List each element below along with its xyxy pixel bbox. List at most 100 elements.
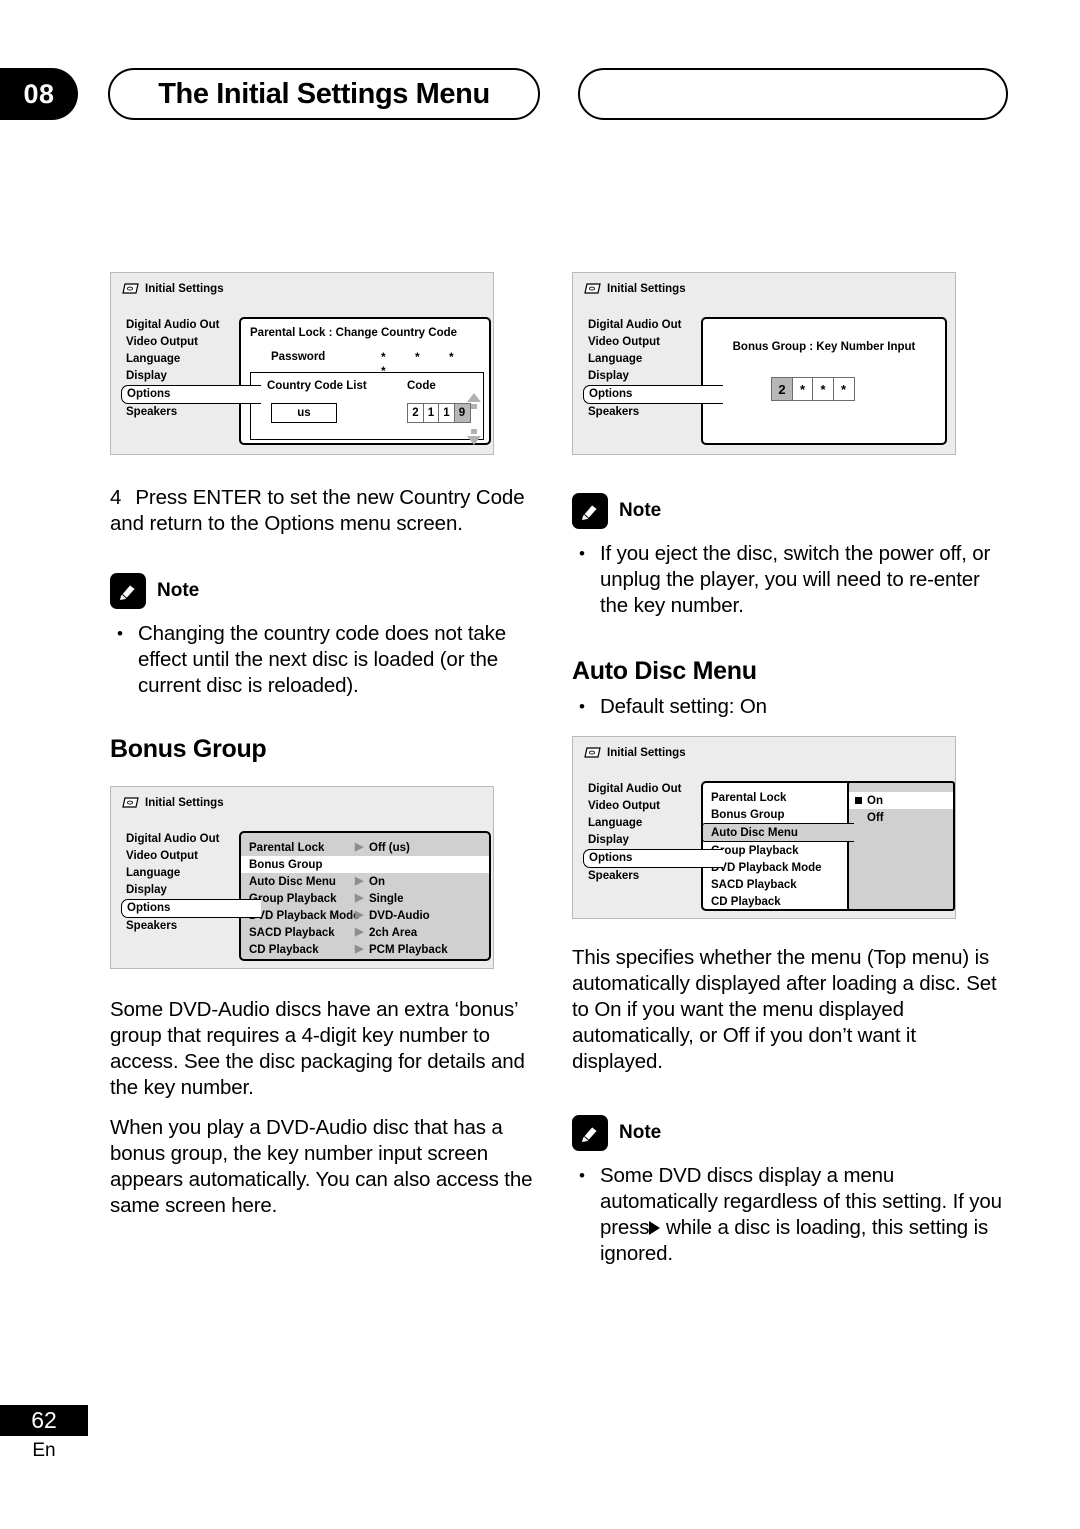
options-row-list: Parental Lock Bonus Group Auto Disc Menu…	[702, 789, 854, 910]
sidebar-item-options[interactable]: Options	[121, 899, 261, 918]
key-digit-1[interactable]: *	[791, 377, 814, 401]
sidebar-item-digital-audio-out[interactable]: Digital Audio Out	[123, 831, 255, 848]
option-row-auto-disc-menu[interactable]: Auto Disc Menu ▶ On	[241, 873, 489, 890]
osd-title-row: Initial Settings	[583, 283, 686, 295]
osd-title-row: Initial Settings	[121, 283, 224, 295]
key-digit-2[interactable]: *	[812, 377, 834, 401]
code-digit-1[interactable]: 1	[422, 403, 440, 423]
chevron-right-icon: ▶	[355, 926, 364, 938]
sidebar-item-video-output[interactable]: Video Output	[123, 848, 255, 865]
key-digit-3[interactable]: *	[832, 377, 855, 401]
option-row-cd-playback[interactable]: CD Playback	[703, 893, 849, 910]
note-bullet-2: If you eject the disc, switch the power …	[572, 541, 1012, 619]
default-setting-list: Default setting: On	[572, 694, 1012, 720]
page-header: 08 The Initial Settings Menu	[0, 68, 1080, 120]
sidebar-item-language[interactable]: Language	[123, 351, 255, 368]
chevron-right-icon: ▶	[355, 892, 364, 904]
left-column: Initial Settings Digital Audio Out Video…	[110, 272, 540, 1219]
sidebar-item-display[interactable]: Display	[123, 882, 255, 899]
panel-title: Parental Lock : Change Country Code	[250, 327, 458, 339]
submenu-option-off[interactable]: Off	[849, 809, 953, 826]
option-row-dvd-playback-mode[interactable]: DVD Playback Mode ▶ DVD-Audio	[241, 907, 489, 924]
chevron-right-icon: ▶	[355, 875, 364, 887]
page-number: 62	[0, 1405, 88, 1436]
option-name: CD Playback	[711, 895, 781, 908]
option-name: Auto Disc Menu	[711, 826, 798, 839]
code-digit-0[interactable]: 2	[407, 403, 424, 423]
option-name: DVD Playback Mode	[711, 861, 822, 874]
sidebar-item-digital-audio-out[interactable]: Digital Audio Out	[585, 781, 717, 798]
note-header-3: Note	[572, 1115, 1012, 1151]
chevron-right-icon: ▶	[355, 943, 364, 955]
empty-header-pill	[578, 68, 1008, 120]
options-row-list: Parental Lock ▶ Off (us) Bonus Group Aut…	[241, 839, 489, 958]
sidebar-item-language[interactable]: Language	[585, 351, 717, 368]
note-bullets-2: If you eject the disc, switch the power …	[572, 541, 1012, 619]
sidebar-item-display[interactable]: Display	[123, 368, 255, 385]
sidebar-item-video-output[interactable]: Video Output	[585, 334, 717, 351]
submenu-option-on[interactable]: On	[849, 792, 953, 809]
code-digit-2[interactable]: 1	[438, 403, 455, 423]
heading-auto-disc-menu: Auto Disc Menu	[572, 657, 757, 685]
note-label-3: Note	[619, 1122, 662, 1143]
sidebar-item-language[interactable]: Language	[585, 815, 717, 832]
option-row-parental-lock[interactable]: Parental Lock ▶ Off (us)	[241, 839, 489, 856]
sidebar-item-speakers[interactable]: Speakers	[123, 404, 255, 421]
sidebar-item-speakers[interactable]: Speakers	[585, 868, 717, 885]
arrow-stem-lower	[471, 429, 477, 434]
option-value: On	[369, 875, 385, 888]
osd-title-row: Initial Settings	[121, 797, 224, 809]
note-header-1: Note	[110, 573, 540, 609]
note-bullets-3: Some DVD discs display a menu automatica…	[572, 1163, 1012, 1267]
osd-sidebar: Digital Audio Out Video Output Language …	[121, 831, 261, 935]
disc-icon	[121, 283, 140, 295]
password-label: Password	[271, 351, 326, 363]
note-bullet-1: Changing the country code does not take …	[110, 621, 540, 699]
selected-bullet-icon	[855, 797, 862, 804]
code-digit-group[interactable]: 2 1 1 9	[407, 403, 471, 423]
option-name: SACD Playback	[711, 878, 797, 891]
key-digit-0[interactable]: 2	[771, 377, 793, 401]
sidebar-item-speakers[interactable]: Speakers	[123, 918, 255, 935]
arrow-up-icon[interactable]	[467, 393, 481, 402]
sidebar-item-options[interactable]: Options	[583, 849, 723, 868]
sidebar-item-video-output[interactable]: Video Output	[123, 334, 255, 351]
sidebar-item-digital-audio-out[interactable]: Digital Audio Out	[123, 317, 255, 334]
sidebar-item-options[interactable]: Options	[583, 385, 723, 404]
option-name: Parental Lock	[711, 791, 787, 804]
sidebar-item-display[interactable]: Display	[585, 368, 717, 385]
option-row-group-playback[interactable]: Group Playback ▶ Single	[241, 890, 489, 907]
step-4: 4 Press ENTER to set the new Country Code…	[110, 485, 540, 537]
key-number-digit-group[interactable]: 2 * * *	[771, 377, 855, 401]
option-row-bonus-group[interactable]: Bonus Group	[241, 856, 489, 873]
page-language: En	[32, 1440, 56, 1461]
sidebar-item-options[interactable]: Options	[121, 385, 261, 404]
option-row-dvd-playback-mode[interactable]: DVD Playback Mode	[703, 859, 849, 876]
osd-title: Initial Settings	[607, 747, 686, 759]
option-row-bonus-group[interactable]: Bonus Group	[703, 806, 849, 823]
option-name: SACD Playback	[249, 926, 335, 939]
option-value: 2ch Area	[369, 926, 418, 939]
option-row-parental-lock[interactable]: Parental Lock	[703, 789, 849, 806]
sidebar-item-display[interactable]: Display	[585, 832, 717, 849]
sidebar-item-video-output[interactable]: Video Output	[585, 798, 717, 815]
digit-spinner-arrows[interactable]	[467, 393, 481, 445]
pencil-icon	[110, 573, 146, 609]
option-row-sacd-playback[interactable]: SACD Playback	[703, 876, 849, 893]
sidebar-item-speakers[interactable]: Speakers	[585, 404, 717, 421]
option-name: Group Playback	[711, 844, 799, 857]
arrow-down-icon[interactable]	[467, 436, 481, 445]
sidebar-item-language[interactable]: Language	[123, 865, 255, 882]
sidebar-item-digital-audio-out[interactable]: Digital Audio Out	[585, 317, 717, 334]
option-row-auto-disc-menu[interactable]: Auto Disc Menu	[702, 823, 854, 842]
option-row-group-playback[interactable]: Group Playback	[703, 842, 849, 859]
play-icon	[649, 1221, 661, 1235]
chevron-right-icon: ▶	[355, 909, 364, 921]
parental-lock-panel: Parental Lock : Change Country Code Pass…	[239, 317, 491, 445]
submenu-option-label: On	[867, 794, 883, 807]
option-row-sacd-playback[interactable]: SACD Playback ▶ 2ch Area	[241, 924, 489, 941]
option-row-cd-playback[interactable]: CD Playback ▶ PCM Playback	[241, 941, 489, 958]
country-code-list-label: Country Code List	[267, 380, 367, 392]
country-code-value[interactable]: us	[271, 403, 337, 423]
option-name: CD Playback	[249, 943, 319, 956]
